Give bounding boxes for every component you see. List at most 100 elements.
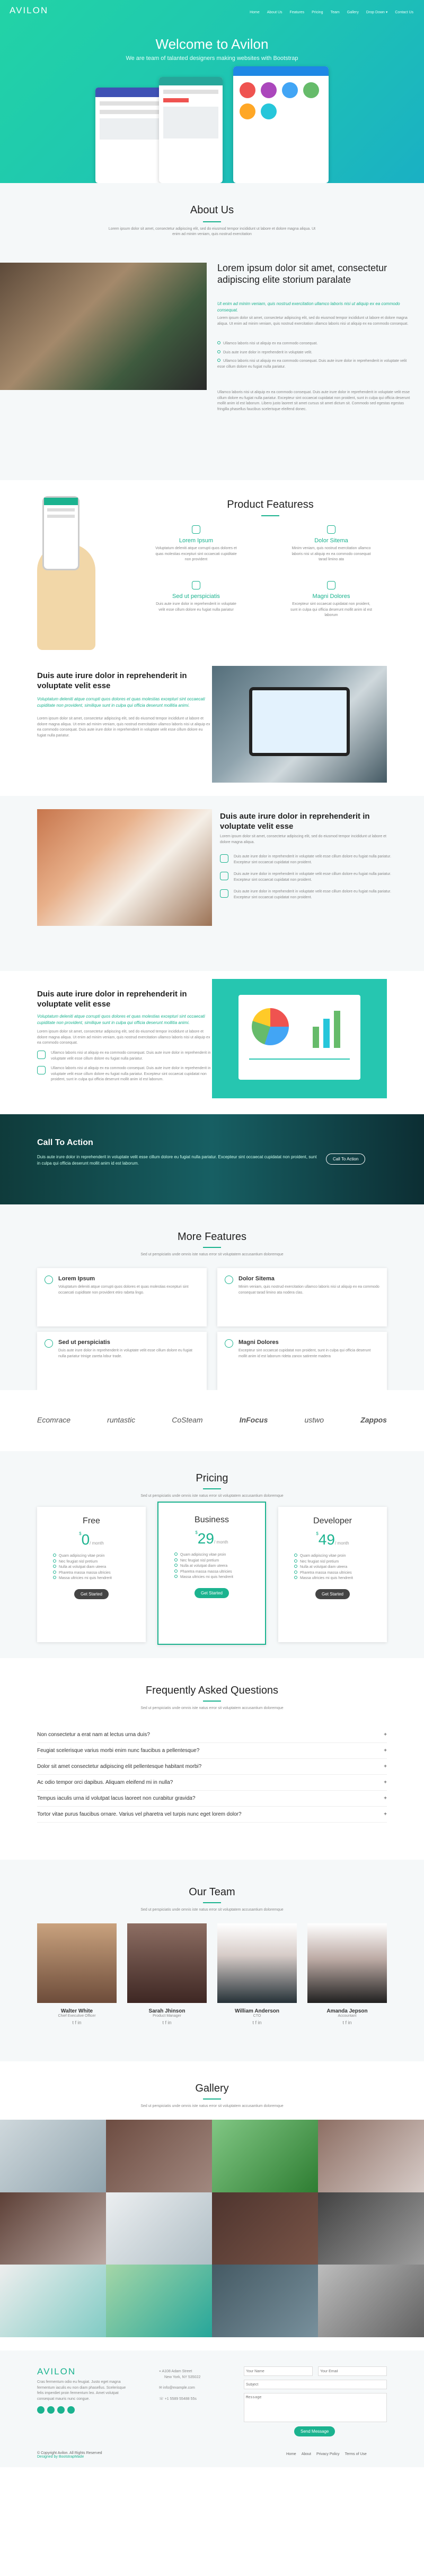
plan-feature: Pharetra massa massa ultricies (59, 1571, 111, 1575)
name-input[interactable] (244, 2366, 313, 2376)
instagram-icon[interactable] (57, 2406, 65, 2414)
adv2-list: Duis aute irure dolor in reprehenderit i… (220, 854, 395, 900)
footer-social (37, 2406, 75, 2414)
nav-home[interactable]: Home (250, 11, 260, 14)
nav-team[interactable]: Team (331, 11, 340, 14)
footer-link-about[interactable]: About (302, 2452, 311, 2456)
footer-link-privacy[interactable]: Privacy Policy (316, 2452, 340, 2456)
facebook-icon[interactable] (47, 2406, 55, 2414)
brand-logo[interactable]: AVILON (10, 5, 48, 16)
hero-devices-illustration (95, 66, 329, 183)
adv2-title: Duis aute irure dolor in reprehenderit i… (220, 812, 370, 831)
about-paragraph: Lorem ipsum dolor sit amet, consectetur … (217, 316, 409, 326)
feature-icon (45, 1339, 53, 1348)
gallery-image[interactable] (318, 2120, 424, 2192)
gallery-image[interactable] (0, 2120, 106, 2192)
nav-about[interactable]: About Us (267, 11, 282, 14)
social-icons[interactable]: t f in (307, 2020, 387, 2025)
nav-contact[interactable]: Contact Us (395, 11, 413, 14)
feature-icon (220, 854, 228, 863)
member-name: Amanda Jepson (326, 2008, 368, 2014)
adv2-item: Duis aute irure dolor in reprehenderit i… (234, 872, 391, 882)
plus-icon: + (384, 1811, 387, 1817)
gallery-image[interactable] (212, 2120, 318, 2192)
main-nav: Home About Us Features Pricing Team Gallery Dr… (242, 8, 413, 15)
get-started-button[interactable]: Get Started (74, 1589, 109, 1599)
footer-link-terms[interactable]: Terms of Use (345, 2452, 367, 2456)
nav-gallery[interactable]: Gallery (347, 11, 359, 14)
about-check: Duis aute irure dolor in reprehenderit i… (223, 350, 313, 354)
get-started-button[interactable]: Get Started (195, 1588, 229, 1598)
faq-item[interactable]: Tempus iaculis urna id volutpat lacus la… (37, 1791, 387, 1807)
product-features-title: Product Featuress (227, 499, 314, 510)
gallery-image[interactable] (212, 2265, 318, 2337)
faq-item[interactable]: Tortor vitae purus faucibus ornare. Vari… (37, 1807, 387, 1823)
member-photo (217, 1923, 297, 2003)
footer-contact-info: ⌖ A108 Adam Street New York, NY 535022 ✉… (159, 2369, 233, 2402)
gallery-image[interactable] (0, 2192, 106, 2265)
feature-icon (220, 889, 228, 898)
feature-title: Dolor Sitema (314, 537, 348, 544)
adv3-item: Ullamco laboris nisi ut aliquip ex ea co… (51, 1051, 211, 1061)
linkedin-icon[interactable] (67, 2406, 75, 2414)
more-features-title: More Features (177, 1231, 247, 1243)
social-icons[interactable]: t f in (37, 2020, 117, 2025)
client-logo: CoSteam (172, 1416, 203, 1424)
nav-features[interactable]: Features (290, 11, 305, 14)
gallery-grid (0, 2120, 424, 2337)
nav-dropdown[interactable]: Drop Down ▾ (366, 11, 387, 14)
faq-question: Tortor vitae purus faucibus ornare. Vari… (37, 1811, 242, 1817)
cta-title: Call To Action (37, 1138, 93, 1147)
more-feature-card: Magni Dolores Excepteur sint occaecat cup… (217, 1332, 387, 1390)
feature-desc: Excepteur sint occaecat cupidatat non pr… (290, 602, 372, 617)
more-feature-title: Magni Dolores (238, 1339, 279, 1346)
social-icons[interactable]: t f in (217, 2020, 297, 2025)
gallery-image[interactable] (106, 2120, 212, 2192)
faq-item[interactable]: Feugiat scelerisque varius morbi enim nu… (37, 1743, 387, 1759)
gallery-image[interactable] (106, 2265, 212, 2337)
faq-item[interactable]: Ac odio tempor orci dapibus. Aliquam ele… (37, 1775, 387, 1791)
feature-icon (225, 1276, 233, 1284)
nav-pricing[interactable]: Pricing (312, 11, 323, 14)
copyright: © Copyright Avilon. All Rights Reserved (37, 2451, 102, 2455)
feature-icon (192, 525, 200, 534)
more-feature-desc: Duis aute irure dolor in reprehenderit i… (58, 1349, 192, 1358)
client-logo: InFocus (239, 1416, 268, 1424)
gallery-image[interactable] (0, 2265, 106, 2337)
credits[interactable]: Designed by BootstrapMade (37, 2455, 102, 2459)
send-message-button[interactable]: Send Message (294, 2426, 335, 2436)
about-intro: Lorem ipsum dolor sit amet, consectetur … (108, 227, 316, 237)
feature-icon (327, 525, 335, 534)
email-input[interactable] (318, 2366, 387, 2376)
cta-text: Duis aute irure dolor in reprehenderit i… (37, 1155, 317, 1166)
faq-item[interactable]: Non consectetur a erat nam at lectus urn… (37, 1727, 387, 1743)
gallery-image[interactable] (212, 2192, 318, 2265)
footer: AVILON Cras fermentum odio eu feugiat. J… (0, 2351, 424, 2467)
about-title: About Us (190, 204, 234, 216)
twitter-icon[interactable] (37, 2406, 45, 2414)
desk-photo (37, 809, 212, 926)
get-started-button[interactable]: Get Started (315, 1589, 350, 1599)
cta-button[interactable]: Call To Action (326, 1153, 366, 1165)
tablet-photo (212, 666, 387, 783)
plan-feature: Pharetra massa massa ultricies (300, 1571, 352, 1575)
more-feature-title: Dolor Sitema (238, 1276, 275, 1282)
subject-input[interactable] (244, 2380, 387, 2389)
message-textarea[interactable] (244, 2393, 387, 2422)
gallery-image[interactable] (318, 2265, 424, 2337)
faq-sub: Sed ut perspiciatis unde omnis iste natu… (140, 1706, 284, 1710)
social-icons[interactable]: t f in (127, 2020, 207, 2025)
client-logo: Ecomrace (37, 1416, 71, 1424)
team-member: Amanda Jepson Accountant t f in (307, 1923, 387, 2025)
pricing-section: Pricing Sed ut perspiciatis unde omnis i… (0, 1451, 424, 1658)
more-feature-card: Lorem Ipsum Voluptatum deleniti atque cor… (37, 1268, 207, 1326)
feature-desc: Voluptatum deleniti atque corrupti quos … (155, 547, 237, 561)
gallery-image[interactable] (106, 2192, 212, 2265)
footer-link-home[interactable]: Home (286, 2452, 296, 2456)
gallery-image[interactable] (318, 2192, 424, 2265)
about-section: About Us Lorem ipsum dolor sit amet, con… (0, 183, 424, 480)
plus-icon: + (384, 1732, 387, 1738)
plan-name: Developer (313, 1516, 352, 1525)
faq-item[interactable]: Dolor sit amet consectetur adipiscing el… (37, 1759, 387, 1775)
gallery-section: Gallery Sed ut perspiciatis unde omnis i… (0, 2061, 424, 2351)
